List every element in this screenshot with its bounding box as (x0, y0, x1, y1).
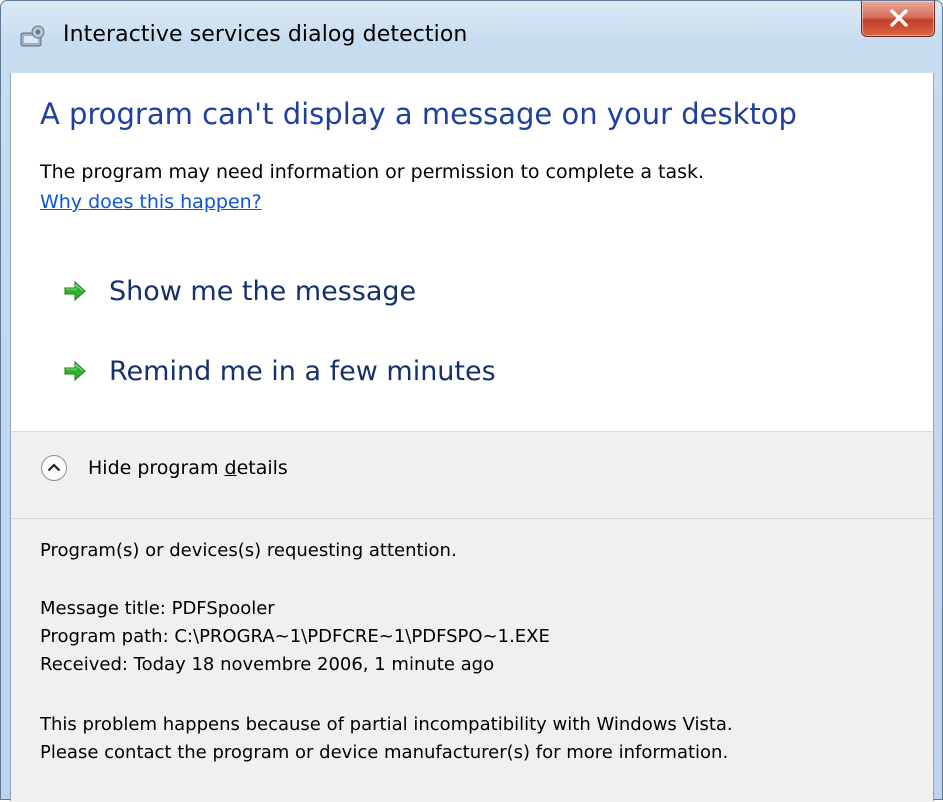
chevron-up-icon (41, 455, 67, 481)
show-message-command[interactable]: Show me the message (63, 269, 416, 313)
program-path-text: Program path: C:\PROGRA~1\PDFCRE~1\PDFSP… (40, 626, 550, 647)
details-divider (11, 518, 933, 519)
dialog-window: Interactive services dialog detection A … (0, 0, 943, 802)
remind-later-label: Remind me in a few minutes (109, 355, 496, 387)
hide-program-details-label: Hide program details (88, 457, 288, 479)
received-text: Received: Today 18 novembre 2006, 1 minu… (40, 654, 495, 675)
access-key-d: d (224, 457, 237, 479)
why-does-this-happen-link[interactable]: Why does this happen? (40, 191, 262, 213)
problem-text-line-2: Please contact the program or device man… (40, 742, 729, 763)
close-icon (890, 9, 908, 27)
main-instruction: A program can't display a message on you… (40, 97, 797, 131)
close-button[interactable] (861, 1, 935, 37)
message-title-text: Message title: PDFSpooler (40, 598, 275, 619)
requesting-attention-text: Program(s) or devices(s) requesting atte… (40, 540, 457, 561)
hide-program-details-toggle[interactable]: Hide program details (40, 454, 288, 482)
remind-later-command[interactable]: Remind me in a few minutes (63, 349, 496, 393)
green-arrow-icon (64, 280, 86, 302)
dialog-content: A program can't display a message on you… (10, 73, 934, 802)
title-bar[interactable]: Interactive services dialog detection (1, 1, 942, 73)
services-icon (20, 25, 45, 47)
program-details-section: Hide program details Program(s) or devic… (11, 431, 933, 802)
description-text: The program may need information or perm… (40, 161, 705, 183)
problem-text-line-1: This problem happens because of partial … (40, 714, 733, 735)
window-title: Interactive services dialog detection (63, 22, 468, 47)
green-arrow-icon (64, 360, 86, 382)
show-message-label: Show me the message (109, 275, 417, 307)
